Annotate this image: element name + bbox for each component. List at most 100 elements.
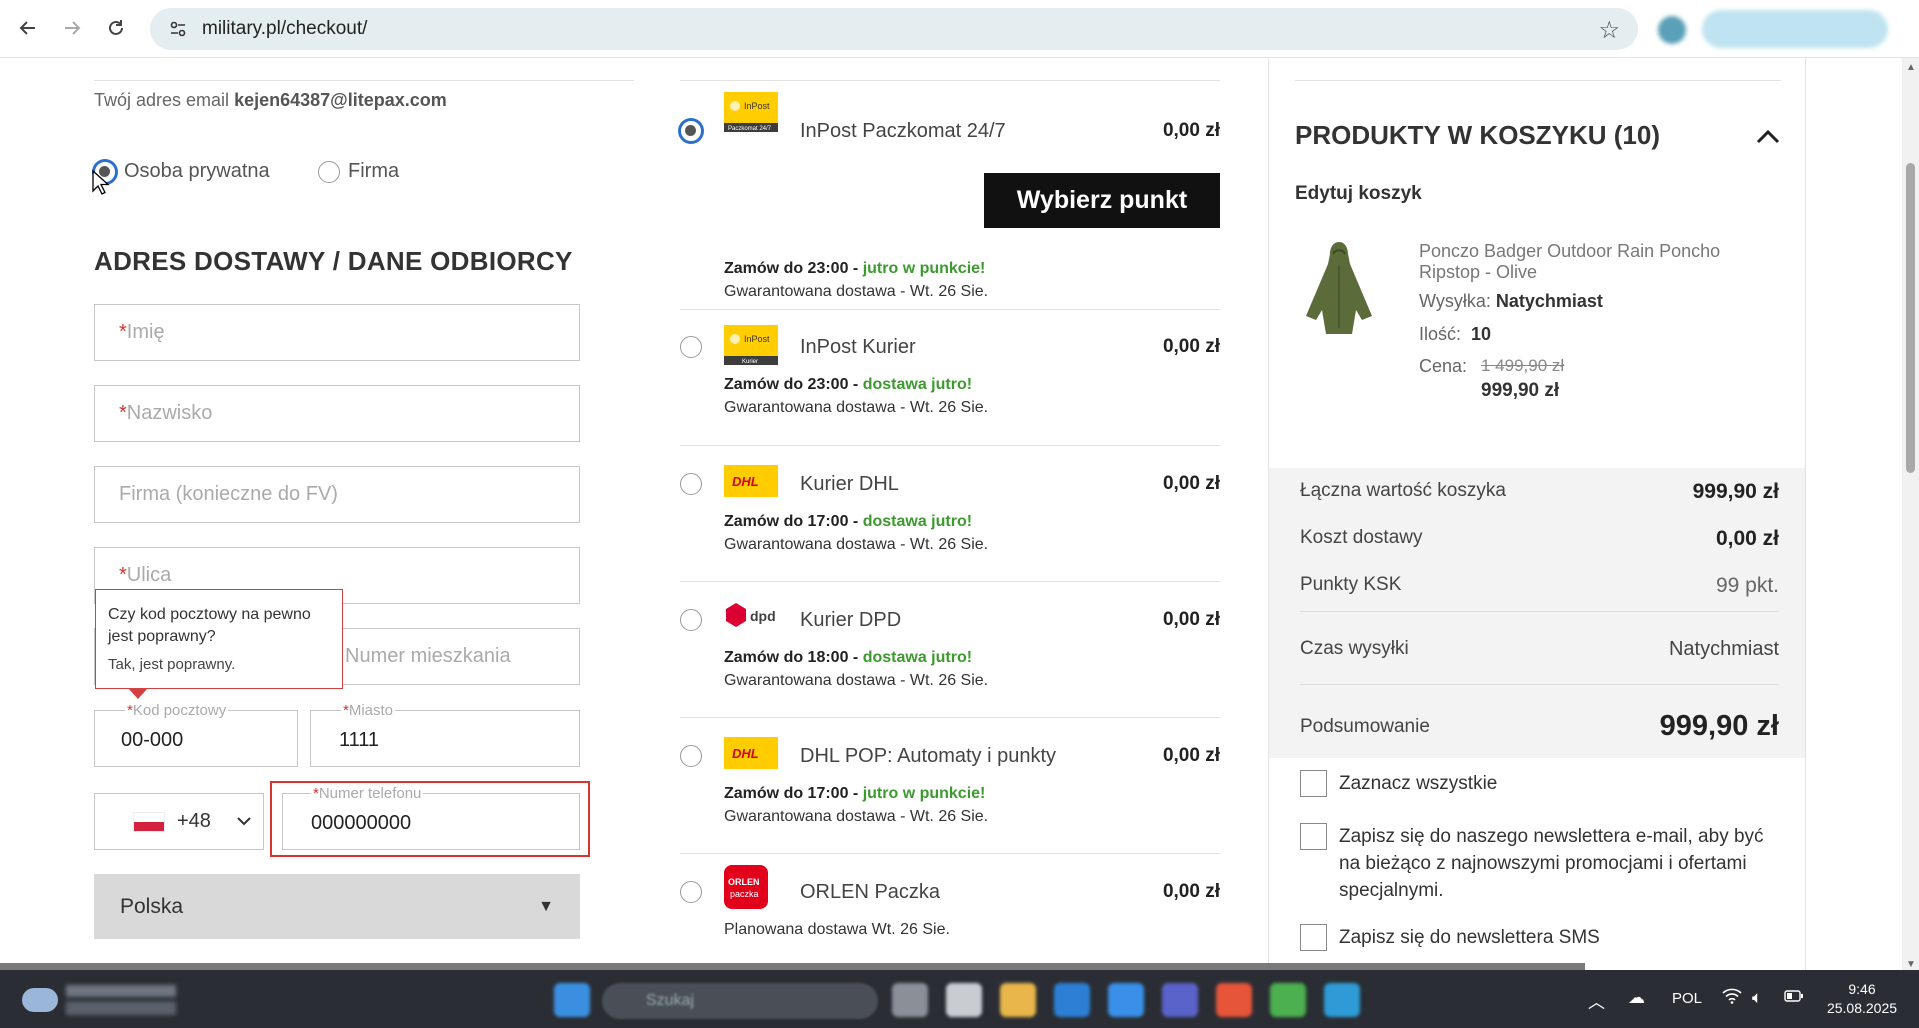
phone-input[interactable]: *Numer telefonu 000000000 [282, 785, 580, 850]
teams-icon[interactable] [1162, 983, 1198, 1017]
checkbox[interactable] [1300, 770, 1327, 797]
radio-label: Osoba prywatna [124, 160, 270, 182]
shipping-option[interactable]: DHL DHL POP: Automaty i punkty 0,00 zł Z… [680, 717, 1220, 853]
weather-widget[interactable] [22, 982, 192, 1018]
radio-button[interactable] [318, 160, 340, 183]
extension-icon[interactable] [1658, 16, 1686, 44]
consent-newsletter-email[interactable]: Zapisz się do naszego newslettera e-mail… [1300, 823, 1780, 904]
browser-toolbar: military.pl/checkout/ ☆ [0, 0, 1919, 58]
dhl-logo: DHL [724, 465, 778, 497]
clock[interactable]: 9:46 25.08.2025 [1820, 980, 1904, 1018]
wifi-icon[interactable] [1722, 988, 1742, 1009]
chevron-up-icon[interactable] [1753, 122, 1783, 152]
chrome-icon[interactable] [1216, 983, 1252, 1017]
product-old-price: 1 499,90 zł [1481, 356, 1565, 375]
postcode-input[interactable]: *Kod pocztowy 00-000 [94, 702, 298, 767]
summary-row: Łączna wartość koszyka 999,90 zł [1300, 480, 1779, 503]
summary-row: Punkty KSK 99 pkt. [1300, 574, 1779, 597]
field-label: *Miasto [341, 702, 396, 719]
radio-company[interactable]: Firma [318, 160, 399, 183]
language-indicator[interactable]: POL [1672, 990, 1702, 1007]
scrollbar-thumb[interactable] [1906, 163, 1915, 473]
battery-icon[interactable] [1784, 988, 1804, 1008]
field-value[interactable]: 1111 [339, 729, 379, 752]
radio-button[interactable] [680, 473, 702, 495]
widgets-icon[interactable] [946, 983, 982, 1017]
consent-label: Zaznacz wszystkie [1339, 773, 1498, 794]
svg-text:InPost: InPost [744, 101, 770, 111]
excel-icon[interactable] [1324, 983, 1360, 1017]
radio-button[interactable] [680, 745, 702, 767]
radio-button[interactable] [680, 336, 702, 358]
shipping-option[interactable]: DHL Kurier DHL 0,00 zł Zamów do 17:00 - … [680, 445, 1220, 581]
horizontal-scrollbar[interactable] [0, 963, 1585, 970]
email-label: Twój adres email [94, 90, 230, 110]
radio-button[interactable] [680, 881, 702, 903]
consent-newsletter-sms[interactable]: Zapisz się do newslettera SMS [1300, 924, 1780, 951]
delivery-date: Planowana dostawa Wt. 26 Sie. [724, 921, 950, 938]
shipping-name: DHL POP: Automaty i punkty [800, 745, 1057, 767]
consent-select-all[interactable]: Zaznacz wszystkie [1300, 770, 1780, 797]
chevron-up-icon[interactable]: ︿ [1588, 988, 1605, 1013]
postcode-tooltip: Czy kod pocztowy na pewno jest poprawny?… [95, 589, 343, 689]
shipping-price: 0,00 zł [1162, 609, 1220, 630]
product-image[interactable] [1299, 238, 1379, 338]
chevron-down-icon [237, 813, 251, 831]
volume-icon[interactable]: 🔈︎ [1752, 988, 1762, 1008]
scroll-up-icon[interactable]: ▲ [1906, 62, 1916, 73]
radio-button[interactable] [680, 609, 702, 631]
forward-icon[interactable] [56, 12, 88, 44]
checkbox[interactable] [1300, 924, 1327, 951]
country-select[interactable]: Polska ▼ [94, 874, 580, 939]
svg-text:DHL: DHL [732, 746, 759, 761]
summary-label: Czas wysyłki [1300, 638, 1409, 659]
tooltip-confirm-link[interactable]: Tak, jest poprawny. [108, 654, 330, 676]
vertical-scrollbar[interactable]: ▲ ▼ [1902, 58, 1919, 970]
edit-cart-link[interactable]: Edytuj koszyk [1295, 183, 1422, 205]
url-text[interactable]: military.pl/checkout/ [202, 18, 367, 40]
summary-value: 999,90 zł [1692, 480, 1779, 503]
site-settings-icon[interactable] [164, 15, 192, 43]
task-view-icon[interactable] [892, 983, 928, 1017]
shipping-name: ORLEN Paczka [800, 881, 941, 903]
last-name-input[interactable]: *Nazwisko [94, 385, 580, 442]
triangle-down-icon: ▼ [538, 898, 554, 915]
shipping-option[interactable]: InPost Kurier InPost Kurier 0,00 zł Zamó… [680, 309, 1220, 445]
bookmark-star-icon[interactable]: ☆ [1598, 16, 1620, 45]
product-name[interactable]: Ponczo Badger Outdoor Rain Poncho Ripsto… [1419, 241, 1769, 283]
radio-button[interactable] [680, 120, 702, 142]
taskbar-search[interactable]: Szukaj [602, 983, 878, 1019]
svg-text:Paczkomat 24/7: Paczkomat 24/7 [728, 126, 772, 132]
scroll-down-icon[interactable]: ▼ [1906, 959, 1916, 970]
shipping-option[interactable]: dpd Kurier DPD 0,00 zł Zamów do 18:00 - … [680, 581, 1220, 717]
address-bar[interactable]: military.pl/checkout/ ☆ [150, 8, 1638, 50]
field-value[interactable]: 00-000 [121, 729, 183, 752]
profile-button[interactable] [1702, 10, 1888, 48]
shipping-name: Kurier DPD [800, 609, 902, 631]
onedrive-cloud-icon[interactable]: ☁ [1628, 988, 1645, 1008]
shipping-option[interactable]: ORLEN paczka ORLEN Paczka 0,00 zł Planow… [680, 853, 1220, 963]
shipping-price: 0,00 zł [1162, 120, 1220, 141]
back-icon[interactable] [12, 12, 44, 44]
file-explorer-icon[interactable] [1000, 983, 1036, 1017]
city-input[interactable]: *Miasto 1111 [310, 702, 580, 767]
first-name-input[interactable]: *Imię [94, 304, 580, 361]
reload-icon[interactable] [100, 12, 132, 44]
start-icon[interactable] [554, 983, 590, 1017]
tooltip-question: Czy kod pocztowy na pewno jest poprawny? [108, 606, 311, 645]
app-icon[interactable] [1108, 983, 1144, 1017]
checkbox[interactable] [1300, 823, 1327, 850]
delivery-date: Gwarantowana dostawa - Wt. 26 Sie. [724, 808, 989, 825]
placeholder: Firma (konieczne do FV) [119, 483, 338, 505]
outlook-icon[interactable] [1054, 983, 1090, 1017]
phone-prefix-select[interactable]: +48 [94, 793, 264, 850]
order-deadline: Zamów do 23:00 - dostawa jutro! [724, 376, 973, 393]
field-value[interactable]: 000000000 [311, 812, 411, 835]
company-input[interactable]: Firma (konieczne do FV) [94, 466, 580, 523]
chrome-profile-icon[interactable] [1270, 983, 1306, 1017]
radio-private-person[interactable]: Osoba prywatna [94, 160, 270, 183]
svg-text:Kurier: Kurier [742, 359, 758, 365]
divider [1300, 611, 1779, 612]
summary-label: Łączna wartość koszyka [1300, 480, 1506, 501]
choose-point-button[interactable]: Wybierz punkt [984, 173, 1220, 228]
